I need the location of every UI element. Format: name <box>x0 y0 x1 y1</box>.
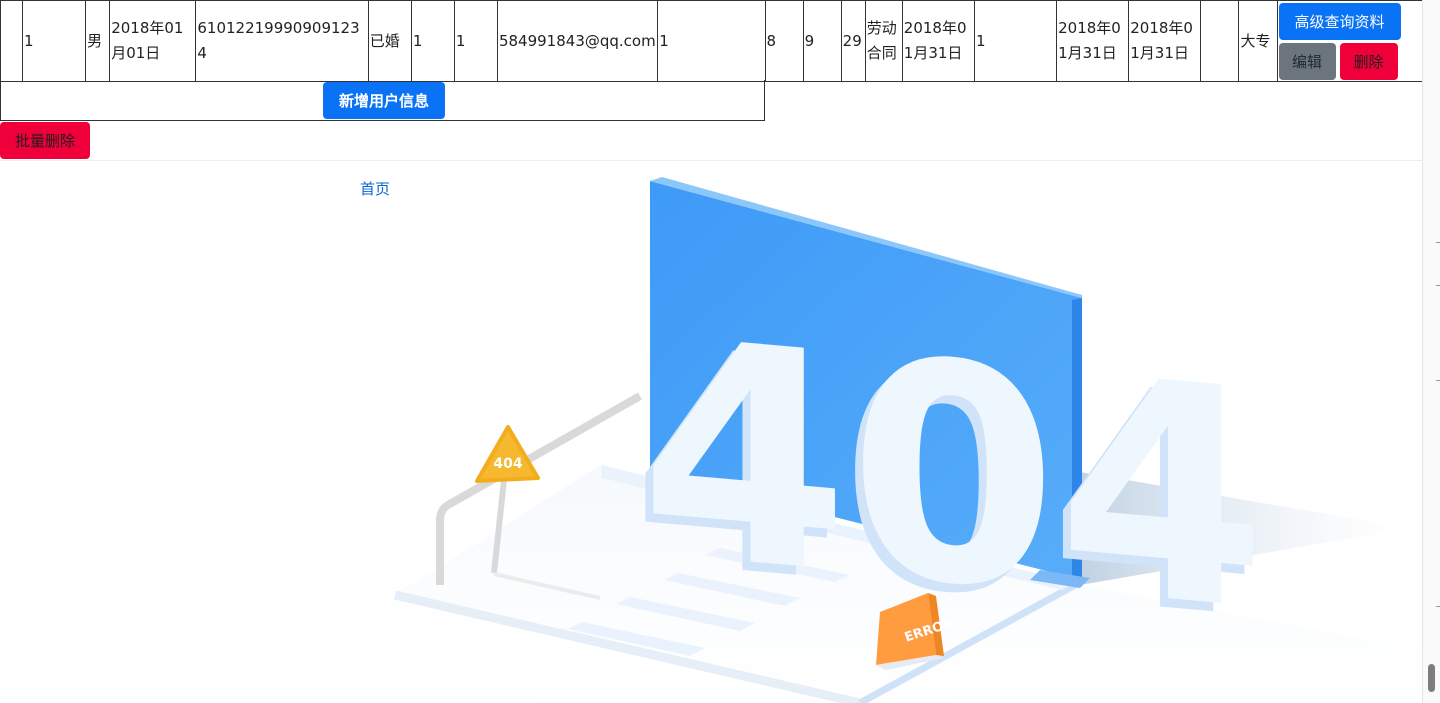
scrollbar-tick <box>1436 242 1440 243</box>
table-cell-contract: 劳动合同 <box>864 0 903 82</box>
table-cell: 29 <box>840 0 866 82</box>
edit-button[interactable]: 编辑 <box>1278 43 1336 80</box>
table-cell: 9 <box>802 0 842 82</box>
table-cell-education: 大专 <box>1238 0 1278 82</box>
table-cell-date: 2018年01月31日 <box>901 0 975 82</box>
advanced-query-button[interactable]: 高级查询资料 <box>1278 3 1401 40</box>
scrollbar-tick <box>1436 380 1440 381</box>
add-user-button[interactable]: 新增用户信息 <box>323 82 445 119</box>
home-link[interactable]: 首页 <box>360 178 390 199</box>
table-row: 1 男 2018年01月01日 610122199909091234 已婚 1 … <box>0 0 1424 82</box>
big-404-text: 404 <box>640 274 1266 678</box>
table-cell-id-card: 610122199909091234 <box>195 0 369 82</box>
table-cell: 1 <box>657 0 766 82</box>
delete-button[interactable]: 删除 <box>1339 43 1398 80</box>
table-cell-date: 2018年01月31日 <box>1128 0 1202 82</box>
table-cell-email: 584991843@qq.com <box>496 0 659 82</box>
scrollbar-tick <box>1436 606 1440 607</box>
table-cell: 1 <box>973 0 1058 82</box>
table-cell-gender: 男 <box>85 0 111 82</box>
table-cell-actions: 高级查询资料 编辑 删除 <box>1276 0 1424 82</box>
table-cell: 1 <box>410 0 455 82</box>
table-cell-marital: 已婚 <box>367 0 412 82</box>
batch-delete-button[interactable]: 批量删除 <box>0 122 90 159</box>
add-row: 新增用户信息 <box>0 80 765 121</box>
scrollbar-thumb[interactable] <box>1428 664 1435 692</box>
table-cell <box>0 0 24 82</box>
table-cell-date: 2018年01月31日 <box>1056 0 1130 82</box>
scrollbar-tick <box>1436 285 1440 286</box>
table-cell: 8 <box>764 0 804 82</box>
table-cell <box>1200 0 1240 82</box>
table-cell-id: 1 <box>22 0 87 82</box>
table-cell: 1 <box>453 0 498 82</box>
sign-404-text: 404 <box>493 456 522 472</box>
table-cell-birthday: 2018年01月01日 <box>109 0 197 82</box>
not-found-illustration: 404 404 404 ERROR <box>160 177 1423 703</box>
vertical-scrollbar[interactable] <box>1422 0 1440 703</box>
employee-table: 1 男 2018年01月01日 610122199909091234 已婚 1 … <box>0 0 1424 82</box>
page: 1 男 2018年01月01日 610122199909091234 已婚 1 … <box>0 0 1440 703</box>
